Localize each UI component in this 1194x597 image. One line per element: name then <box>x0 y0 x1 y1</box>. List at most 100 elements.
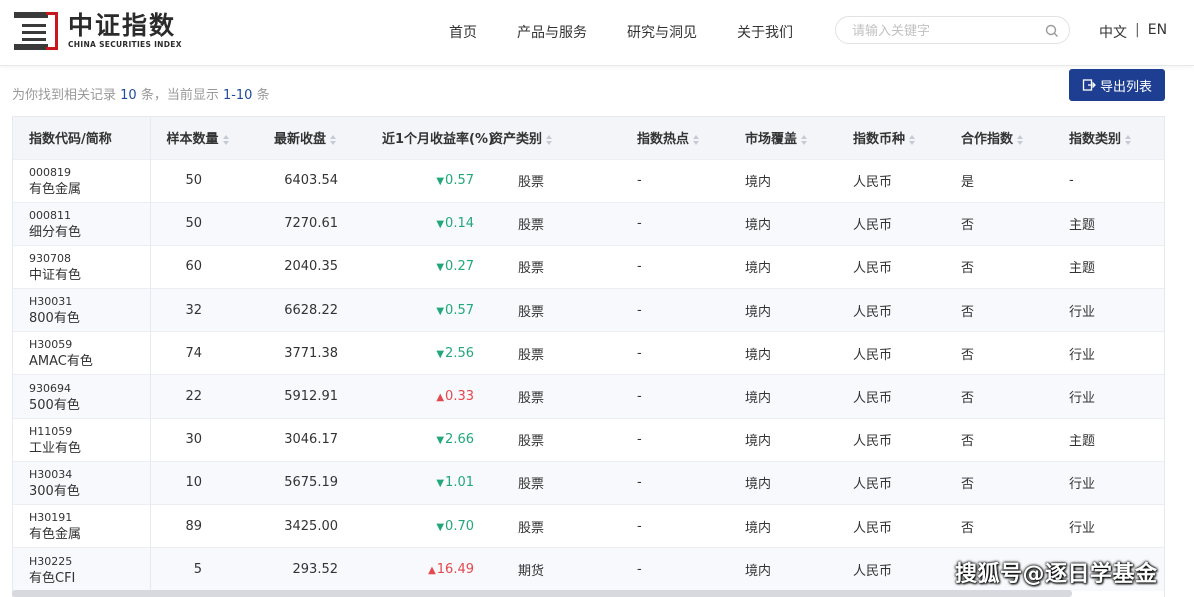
lang-en-link[interactable]: EN <box>1148 22 1167 42</box>
index-code[interactable]: 930694 <box>29 380 150 397</box>
sort-icon[interactable] <box>222 134 230 145</box>
index-code-cell[interactable]: H30059 AMAC有色 <box>13 331 151 375</box>
horizontal-scrollbar[interactable] <box>12 590 1072 597</box>
index-code[interactable]: H11059 <box>29 423 150 440</box>
index-name[interactable]: 500有色 <box>29 397 150 414</box>
close-cell: 6628.22 <box>284 302 338 318</box>
index-name[interactable]: 800有色 <box>29 310 150 327</box>
index-code-cell[interactable]: 000819 有色金属 <box>13 159 151 203</box>
return-value: 0.57 <box>445 302 474 318</box>
index-name[interactable]: 中证有色 <box>29 267 150 284</box>
result-range: 1-10 <box>222 88 253 103</box>
index-code[interactable]: H30225 <box>29 553 150 570</box>
return-cell: ▼0.14 <box>366 202 474 245</box>
result-prefix: 为你找到相关记录 <box>12 88 121 103</box>
index-code[interactable]: H30031 <box>29 293 150 310</box>
market-cell: 境内 <box>745 477 772 493</box>
sort-icon[interactable] <box>801 134 808 145</box>
market-cell: 境内 <box>745 564 772 580</box>
nav-about[interactable]: 关于我们 <box>737 22 793 42</box>
col-header-hot[interactable]: 指数热点 <box>621 117 729 159</box>
col-header-samples[interactable]: 样本数量 <box>150 117 258 159</box>
index-code-cell[interactable]: H30191 有色金属 <box>13 504 151 548</box>
table-row[interactable]: 000811 细分有色 50 7270.61 ▼0.14 股票 - 境内 人民币 否 主题 <box>13 202 1164 246</box>
table-row[interactable]: 000819 有色金属 50 6403.54 ▼0.57 股票 - 境内 人民币 是 - <box>13 159 1164 203</box>
sort-icon[interactable] <box>1125 134 1132 145</box>
index-code-cell[interactable]: 000811 细分有色 <box>13 202 151 246</box>
currency-cell: 人民币 <box>853 391 893 407</box>
category-cell: - <box>1069 173 1074 189</box>
nav-home[interactable]: 首页 <box>449 22 477 42</box>
table-row[interactable]: H30034 300有色 10 5675.19 ▼1.01 股票 - 境内 人民币 否 行业 <box>13 461 1164 505</box>
index-code[interactable]: 000819 <box>29 164 150 181</box>
arrow-down-icon: ▼ <box>436 521 445 533</box>
csi-logo[interactable]: 中证指数 CHINA SECURITIES INDEX <box>12 9 182 53</box>
index-code-cell[interactable]: H30031 800有色 <box>13 288 151 332</box>
nav-research[interactable]: 研究与洞见 <box>627 22 697 42</box>
index-code[interactable]: H30034 <box>29 466 150 483</box>
sort-icon[interactable] <box>693 134 700 145</box>
col-header-market[interactable]: 市场覆盖 <box>729 117 837 159</box>
index-name[interactable]: 300有色 <box>29 483 150 500</box>
market-cell: 境内 <box>745 434 772 450</box>
table-row[interactable]: H30031 800有色 32 6628.22 ▼0.57 股票 - 境内 人民币 否 行业 <box>13 288 1164 332</box>
col-header-asset[interactable]: 资产类别 <box>474 117 621 159</box>
arrow-down-icon: ▼ <box>436 348 445 360</box>
index-code-cell[interactable]: 930708 中证有色 <box>13 245 151 289</box>
nav-products[interactable]: 产品与服务 <box>517 22 587 42</box>
index-name[interactable]: 工业有色 <box>29 440 150 457</box>
index-code[interactable]: H30191 <box>29 509 150 526</box>
table-row[interactable]: 930708 中证有色 60 2040.35 ▼0.27 股票 - 境内 人民币 否 主题 <box>13 245 1164 289</box>
currency-cell: 人民币 <box>853 218 893 234</box>
index-code-cell[interactable]: H30225 有色CFI <box>13 547 151 591</box>
index-code-cell[interactable]: H30034 300有色 <box>13 461 151 505</box>
arrow-down-icon: ▼ <box>436 478 445 490</box>
table-row[interactable]: 930694 500有色 22 5912.91 ▲0.33 股票 - 境内 人民币 否 行业 <box>13 374 1164 419</box>
index-name[interactable]: 有色金属 <box>29 526 150 543</box>
col-header-close[interactable]: 最新收盘 <box>258 117 366 159</box>
samples-cell: 50 <box>185 173 202 189</box>
search-icon[interactable] <box>1045 24 1059 38</box>
result-middle: 条，当前显示 <box>136 88 223 103</box>
index-code[interactable]: H30059 <box>29 336 150 353</box>
result-suffix: 条 <box>252 88 270 103</box>
samples-cell: 5 <box>193 562 202 578</box>
index-code[interactable]: 930708 <box>29 250 150 267</box>
sort-icon[interactable] <box>1017 134 1024 145</box>
category-cell: 主题 <box>1069 218 1096 234</box>
sort-icon[interactable] <box>330 134 337 145</box>
index-code-cell[interactable]: H11059 工业有色 <box>13 418 151 462</box>
index-name[interactable]: 有色金属 <box>29 181 150 198</box>
col-header-category[interactable]: 指数类别 <box>1053 117 1164 159</box>
result-summary: 为你找到相关记录 10 条，当前显示 1-10 条 <box>12 84 270 103</box>
table-row[interactable]: H11059 工业有色 30 3046.17 ▼2.66 股票 - 境内 人民币 否 主题 <box>13 418 1164 462</box>
return-value: 0.57 <box>445 173 474 189</box>
sort-icon[interactable] <box>909 134 916 145</box>
search-input[interactable] <box>852 22 1042 40</box>
hot-cell: - <box>637 562 642 578</box>
market-cell: 境内 <box>745 391 772 407</box>
export-list-button[interactable]: 导出列表 <box>1069 69 1165 101</box>
index-code-cell[interactable]: 930694 500有色 <box>13 374 151 419</box>
table-row[interactable]: H30191 有色金属 89 3425.00 ▼0.70 股票 - 境内 人民币 否 行业 <box>13 504 1164 548</box>
index-name[interactable]: AMAC有色 <box>29 353 150 370</box>
sort-icon[interactable] <box>546 134 553 145</box>
close-cell: 6403.54 <box>284 173 338 189</box>
hot-cell: - <box>637 389 642 405</box>
table-row[interactable]: H30059 AMAC有色 74 3771.38 ▼2.56 股票 - 境内 人民币 否 行业 <box>13 331 1164 375</box>
index-name[interactable]: 有色CFI <box>29 570 150 587</box>
col-header-code[interactable]: 指数代码/简称 <box>13 117 151 159</box>
samples-cell: 10 <box>185 475 202 491</box>
col-header-currency[interactable]: 指数币种 <box>837 117 945 159</box>
col-header-category-label: 指数类别 <box>1069 132 1122 148</box>
col-header-return[interactable]: 近1个月收益率(%) <box>366 117 494 159</box>
category-cell: 主题 <box>1069 434 1096 450</box>
lang-cn-link[interactable]: 中文 <box>1099 22 1127 42</box>
col-header-samples-label: 样本数量 <box>166 132 219 148</box>
hot-cell: - <box>637 173 642 189</box>
index-name[interactable]: 细分有色 <box>29 224 150 241</box>
asset-cell: 股票 <box>518 391 545 407</box>
return-value: 16.49 <box>436 562 474 578</box>
col-header-coop[interactable]: 合作指数 <box>945 117 1053 159</box>
index-code[interactable]: 000811 <box>29 207 150 224</box>
